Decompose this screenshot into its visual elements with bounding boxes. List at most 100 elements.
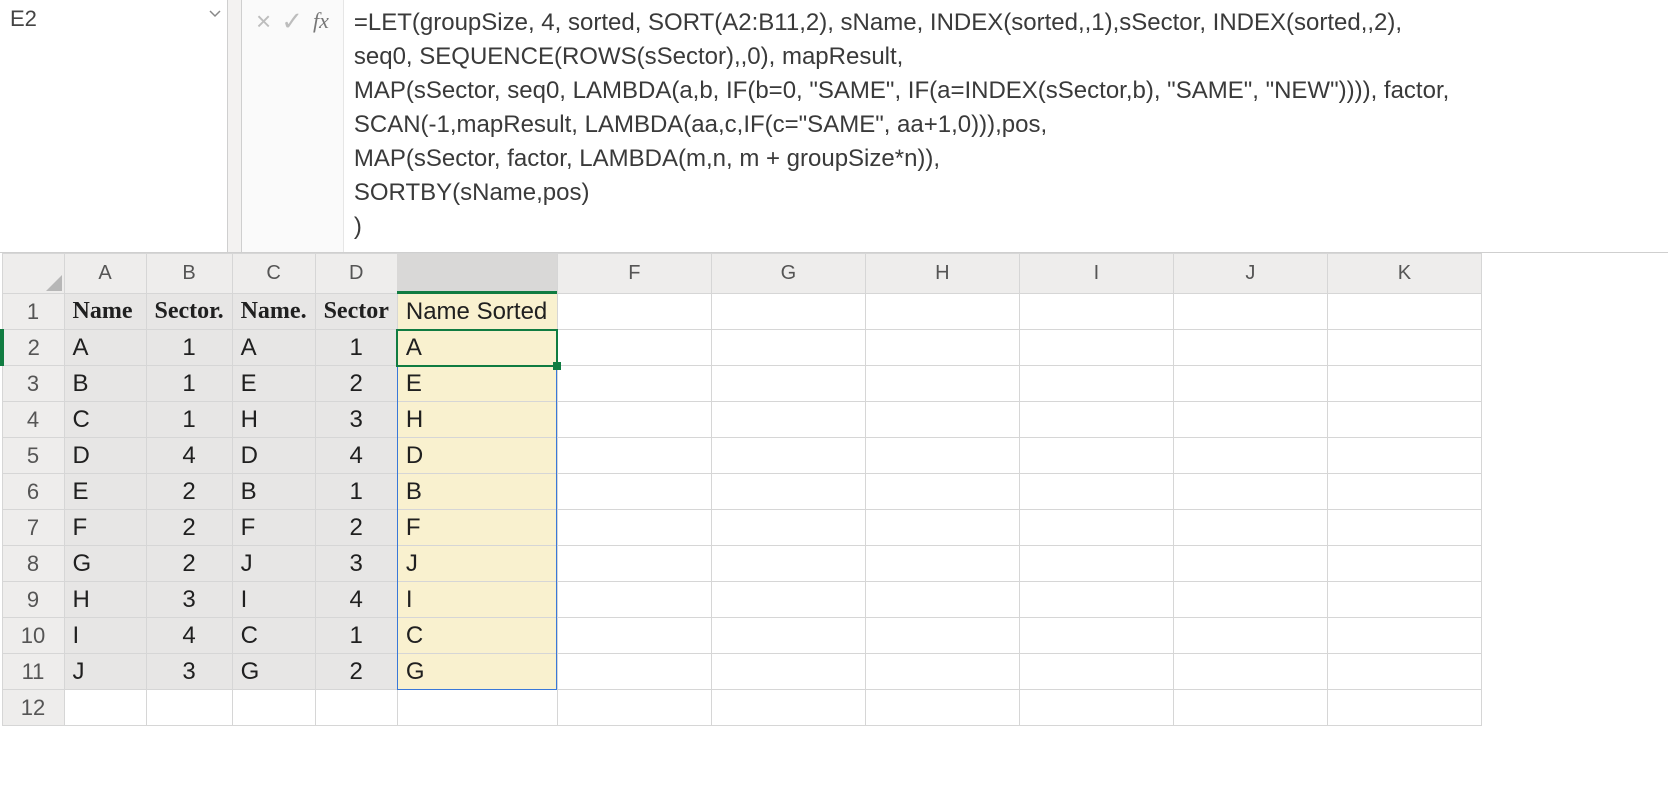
cell-C9[interactable]: I xyxy=(232,582,315,618)
cell-K9[interactable] xyxy=(1327,582,1481,618)
cell-D10[interactable]: 1 xyxy=(315,618,397,654)
cell-H8[interactable] xyxy=(865,546,1019,582)
cell-B5[interactable]: 4 xyxy=(146,438,232,474)
cell-I12[interactable] xyxy=(1019,690,1173,726)
cell-K7[interactable] xyxy=(1327,510,1481,546)
cell-G10[interactable] xyxy=(711,618,865,654)
col-header-H[interactable]: H xyxy=(865,254,1019,294)
cell-I7[interactable] xyxy=(1019,510,1173,546)
cell-A5[interactable]: D xyxy=(64,438,146,474)
cell-B6[interactable]: 2 xyxy=(146,474,232,510)
cell-G7[interactable] xyxy=(711,510,865,546)
cell-G12[interactable] xyxy=(711,690,865,726)
cell-D8[interactable]: 3 xyxy=(315,546,397,582)
row-header-10[interactable]: 10 xyxy=(2,618,64,654)
cell-G8[interactable] xyxy=(711,546,865,582)
cell-B1[interactable]: Sector. xyxy=(146,294,232,330)
col-header-F[interactable]: F xyxy=(557,254,711,294)
cell-E5[interactable]: D xyxy=(397,438,557,474)
cell-I11[interactable] xyxy=(1019,654,1173,690)
formula-input[interactable]: =LET(groupSize, 4, sorted, SORT(A2:B11,2… xyxy=(344,0,1668,252)
cell-H6[interactable] xyxy=(865,474,1019,510)
cell-I5[interactable] xyxy=(1019,438,1173,474)
cell-K4[interactable] xyxy=(1327,402,1481,438)
col-header-G[interactable]: G xyxy=(711,254,865,294)
cell-C7[interactable]: F xyxy=(232,510,315,546)
cell-F10[interactable] xyxy=(557,618,711,654)
grid-table[interactable]: A B C D E F G H I J K 1 Name Sector. Nam… xyxy=(0,253,1482,726)
cell-B12[interactable] xyxy=(146,690,232,726)
cell-F1[interactable] xyxy=(557,294,711,330)
cancel-icon[interactable]: × xyxy=(256,6,271,34)
row-header-12[interactable]: 12 xyxy=(2,690,64,726)
cell-G6[interactable] xyxy=(711,474,865,510)
cell-G9[interactable] xyxy=(711,582,865,618)
cell-A12[interactable] xyxy=(64,690,146,726)
row-header-7[interactable]: 7 xyxy=(2,510,64,546)
col-header-A[interactable]: A xyxy=(64,254,146,294)
cell-F5[interactable] xyxy=(557,438,711,474)
row-header-8[interactable]: 8 xyxy=(2,546,64,582)
cell-I1[interactable] xyxy=(1019,294,1173,330)
cell-D11[interactable]: 2 xyxy=(315,654,397,690)
cell-J6[interactable] xyxy=(1173,474,1327,510)
cell-F7[interactable] xyxy=(557,510,711,546)
cell-J7[interactable] xyxy=(1173,510,1327,546)
row-header-11[interactable]: 11 xyxy=(2,654,64,690)
cell-H2[interactable] xyxy=(865,330,1019,366)
name-box-dropdown-icon[interactable] xyxy=(203,0,227,18)
cell-K6[interactable] xyxy=(1327,474,1481,510)
cell-B8[interactable]: 2 xyxy=(146,546,232,582)
cell-K5[interactable] xyxy=(1327,438,1481,474)
cell-E10[interactable]: C xyxy=(397,618,557,654)
cell-A4[interactable]: C xyxy=(64,402,146,438)
col-header-D[interactable]: D xyxy=(315,254,397,294)
cell-C3[interactable]: E xyxy=(232,366,315,402)
cell-H11[interactable] xyxy=(865,654,1019,690)
cell-J9[interactable] xyxy=(1173,582,1327,618)
cell-E12[interactable] xyxy=(397,690,557,726)
cell-A8[interactable]: G xyxy=(64,546,146,582)
cell-D1[interactable]: Sector xyxy=(315,294,397,330)
cell-I2[interactable] xyxy=(1019,330,1173,366)
col-header-B[interactable]: B xyxy=(146,254,232,294)
cell-E11[interactable]: G xyxy=(397,654,557,690)
cell-A9[interactable]: H xyxy=(64,582,146,618)
cell-G1[interactable] xyxy=(711,294,865,330)
row-header-3[interactable]: 3 xyxy=(2,366,64,402)
cell-F9[interactable] xyxy=(557,582,711,618)
cell-E2[interactable]: A xyxy=(397,330,557,366)
cell-H4[interactable] xyxy=(865,402,1019,438)
cell-K8[interactable] xyxy=(1327,546,1481,582)
cell-K3[interactable] xyxy=(1327,366,1481,402)
row-header-2[interactable]: 2 xyxy=(2,330,64,366)
cell-E4[interactable]: H xyxy=(397,402,557,438)
cell-J12[interactable] xyxy=(1173,690,1327,726)
cell-H10[interactable] xyxy=(865,618,1019,654)
cell-B3[interactable]: 1 xyxy=(146,366,232,402)
cell-G5[interactable] xyxy=(711,438,865,474)
cell-D2[interactable]: 1 xyxy=(315,330,397,366)
col-header-I[interactable]: I xyxy=(1019,254,1173,294)
cell-K11[interactable] xyxy=(1327,654,1481,690)
cell-A11[interactable]: J xyxy=(64,654,146,690)
cell-J3[interactable] xyxy=(1173,366,1327,402)
cell-F11[interactable] xyxy=(557,654,711,690)
cell-J8[interactable] xyxy=(1173,546,1327,582)
cell-K2[interactable] xyxy=(1327,330,1481,366)
cell-I9[interactable] xyxy=(1019,582,1173,618)
cell-D4[interactable]: 3 xyxy=(315,402,397,438)
cell-G2[interactable] xyxy=(711,330,865,366)
col-header-C[interactable]: C xyxy=(232,254,315,294)
cell-C4[interactable]: H xyxy=(232,402,315,438)
cell-A7[interactable]: F xyxy=(64,510,146,546)
cell-J2[interactable] xyxy=(1173,330,1327,366)
cell-J4[interactable] xyxy=(1173,402,1327,438)
row-header-6[interactable]: 6 xyxy=(2,474,64,510)
cell-E1[interactable]: Name Sorted xyxy=(397,294,557,330)
cell-E7[interactable]: F xyxy=(397,510,557,546)
cell-C6[interactable]: B xyxy=(232,474,315,510)
cell-A1[interactable]: Name xyxy=(64,294,146,330)
cell-F12[interactable] xyxy=(557,690,711,726)
cell-D3[interactable]: 2 xyxy=(315,366,397,402)
